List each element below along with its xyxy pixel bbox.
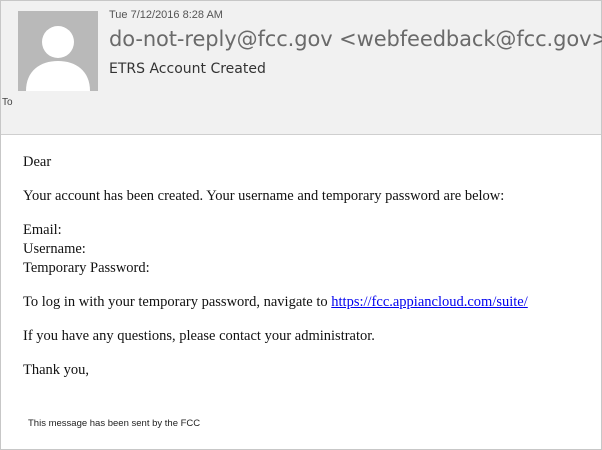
message-body: Dear Your account has been created. Your… [23, 153, 593, 380]
temporary-password-label: Temporary Password: [23, 260, 150, 276]
sender-address[interactable]: do-not-reply@fcc.gov <webfeedback@fcc.go… [109, 27, 602, 51]
email-reading-pane: Tue 7/12/2016 8:28 AM do-not-reply@fcc.g… [0, 0, 602, 450]
sent-date: Tue 7/12/2016 8:28 AM [109, 9, 223, 21]
appian-login-link[interactable]: https://fcc.appiancloud.com/suite/ [331, 294, 528, 310]
username-label: Username: [23, 241, 86, 257]
login-instructions: To log in with your temporary password, … [23, 293, 593, 312]
account-created-text: Your account has been created. Your user… [23, 188, 505, 204]
greeting: Dear [23, 154, 52, 170]
subject-line: ETRS Account Created [109, 61, 266, 77]
email-label: Email: [23, 222, 62, 238]
to-label: To [2, 97, 13, 108]
person-icon [18, 11, 98, 91]
login-text: To log in with your temporary password, … [23, 294, 332, 310]
footer-note: This message has been sent by the FCC [28, 418, 201, 429]
sender-avatar[interactable] [18, 11, 98, 91]
thanks-text: Thank you, [23, 362, 90, 378]
questions-text: If you have any questions, please contac… [23, 328, 375, 344]
message-header: Tue 7/12/2016 8:28 AM do-not-reply@fcc.g… [1, 1, 602, 135]
